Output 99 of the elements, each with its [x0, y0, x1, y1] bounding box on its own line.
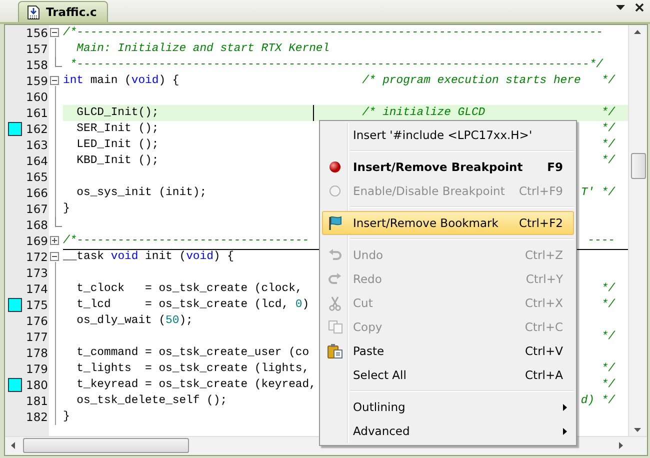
scroll-down-icon[interactable]	[634, 428, 641, 432]
comment-text: T' */	[580, 186, 615, 201]
scroll-thumb[interactable]	[23, 438, 189, 453]
code-text: )	[302, 298, 310, 313]
code-text: main (	[89, 74, 132, 89]
line-number: 164	[25, 153, 49, 169]
collapse-icon[interactable]	[50, 28, 59, 37]
menu-item[interactable]: Paste Ctrl+V	[322, 339, 574, 363]
line-number: 174	[25, 281, 49, 297]
line-number: 168	[25, 217, 49, 233]
breakpoint-icon	[329, 161, 341, 173]
line-number: 160	[25, 89, 49, 105]
expand-icon[interactable]	[50, 236, 59, 245]
line-number: 175	[25, 297, 49, 313]
code-text: __task	[63, 250, 106, 265]
scroll-up-icon[interactable]	[634, 30, 641, 34]
scroll-thumb[interactable]	[631, 153, 646, 179]
scissors-icon	[329, 296, 341, 310]
number-text: 50	[166, 314, 180, 329]
comment-text: */	[601, 362, 615, 377]
scroll-right-icon[interactable]	[619, 442, 623, 449]
line-number: 173	[25, 265, 49, 281]
menu-item[interactable]: Select All Ctrl+A	[322, 363, 574, 387]
line-number: 169	[25, 233, 49, 249]
code-text: ) {	[158, 74, 180, 89]
line-number: 177	[25, 329, 49, 345]
code-text: t_keyread = os_tsk_create (keyread,	[76, 378, 316, 393]
code-text: init (	[144, 250, 186, 265]
comment-text: */	[601, 378, 615, 393]
file-tab[interactable]: Traffic.c	[18, 1, 108, 22]
comment-text: /*----------------------------------	[63, 234, 310, 248]
line-number: 178	[25, 345, 49, 361]
code-text: KBD_Init ();	[76, 154, 159, 169]
line-number: 167	[25, 201, 49, 217]
code-text: ) {	[213, 250, 234, 265]
comment-text: *---------------------------------------------------------------------------*/	[68, 58, 604, 73]
scroll-left-icon[interactable]	[11, 442, 15, 449]
line-number: 181	[25, 393, 49, 409]
circle-icon	[329, 185, 341, 197]
code-text: }	[63, 410, 70, 425]
comment-text: d) */	[580, 394, 615, 409]
code-text: os_dly_wait (	[76, 314, 166, 329]
comment-text: */	[601, 122, 615, 137]
code-text: t_lcd = os_tsk_create (lcd,	[76, 298, 290, 313]
comment-text: /* program execution starts here */	[362, 74, 615, 89]
line-number: 182	[25, 409, 49, 425]
line-number: 165	[25, 169, 49, 185]
comment-text: */	[601, 282, 615, 297]
copy-icon	[328, 320, 342, 334]
menu-item[interactable]: Insert '#include <LPC17xx.H>'	[322, 123, 574, 147]
keyword-text: void	[186, 250, 214, 265]
collapse-icon[interactable]	[50, 76, 59, 85]
comment-text: */	[601, 154, 615, 169]
code-text: os_sys_init (init);	[76, 186, 207, 201]
code-text: t_command = os_tsk_create_user (co	[76, 346, 310, 361]
file-icon	[27, 4, 40, 20]
menu-item[interactable]: Outlining	[322, 395, 574, 419]
line-number: 156	[25, 25, 49, 41]
code-text: );	[179, 314, 193, 329]
code-text: SER_Init ();	[76, 122, 159, 137]
number-text: 0	[295, 298, 302, 313]
comment-text: */	[601, 138, 615, 153]
vertical-scrollbar[interactable]	[628, 25, 647, 437]
line-number: 159	[25, 73, 49, 89]
comment-text: ----	[588, 234, 615, 248]
collapse-icon[interactable]	[50, 252, 59, 261]
line-number: 166	[25, 185, 49, 201]
line-number: 179	[25, 361, 49, 377]
close-icon[interactable]	[635, 3, 644, 12]
code-text: GLCD_Init();	[76, 106, 159, 121]
keyword-text: void	[110, 250, 138, 265]
code-text: os_tsk_delete_self ();	[76, 394, 228, 409]
redo-icon	[328, 272, 342, 286]
comment-text: Main: Initialize and start RTX Kernel	[76, 42, 330, 57]
undo-icon	[328, 248, 342, 262]
paste-icon	[327, 343, 343, 359]
line-number: 162	[25, 121, 49, 137]
code-text: LED_Init ();	[76, 138, 159, 153]
menu-item[interactable]: Advanced	[322, 419, 574, 443]
dropdown-icon[interactable]	[616, 4, 625, 10]
menu-item[interactable]: Insert/Remove Breakpoint F9	[322, 155, 574, 179]
keyword-text: int	[63, 74, 84, 89]
menu-item[interactable]: Insert/Remove Bookmark Ctrl+F2	[322, 211, 574, 235]
flag-icon	[327, 215, 343, 231]
line-number: 161	[25, 105, 49, 121]
line-number: 163	[25, 137, 49, 153]
line-number: 180	[25, 377, 49, 393]
line-number: 176	[25, 313, 49, 329]
comment-text: */	[601, 298, 615, 313]
keyword-text: void	[131, 74, 159, 89]
comment-text: */	[601, 330, 615, 345]
line-number: 158	[25, 57, 49, 73]
comment-text: /*-----------------------------------------------------------------------------	[63, 26, 604, 41]
code-text: t_lights = os_tsk_create (lights,	[76, 362, 310, 377]
code-text: }	[63, 202, 70, 217]
line-number: 157	[25, 41, 49, 57]
comment-text: /* initialize GLCD */	[362, 106, 615, 121]
code-text: t_clock = os_tsk_create (clock,	[76, 282, 302, 297]
line-number: 172	[25, 249, 49, 265]
